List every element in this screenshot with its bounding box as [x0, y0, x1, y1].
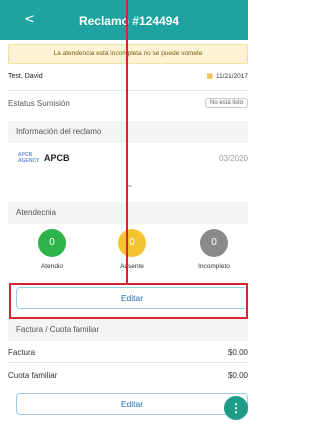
patient-date: ▦ 11/21/2017 — [206, 72, 248, 80]
attended-count-circle[interactable]: 0 — [38, 229, 66, 257]
annotation-line — [126, 0, 128, 283]
edit-billing-button[interactable]: Editar — [16, 393, 248, 415]
attended-label: Atendio — [40, 263, 64, 270]
patient-name: Test, David — [8, 73, 43, 80]
divider — [8, 362, 248, 363]
submission-status-label: Estatus Sumisión — [8, 99, 70, 108]
claim-date: 03/2020 — [219, 154, 248, 163]
incomplete-label: Incompleto — [198, 263, 230, 270]
absent-label: Ausente — [120, 263, 144, 270]
app-header: < Reclamo #124494 — [0, 0, 248, 40]
invoice-label: Factura — [8, 348, 36, 357]
page-title: Reclamo #124494 — [78, 14, 180, 28]
agency-name: APCB — [44, 153, 70, 163]
patient-date-value: 11/21/2017 — [215, 73, 248, 80]
incomplete-count-circle[interactable]: 0 — [200, 229, 228, 257]
invoice-row: Factura $0.00 — [8, 348, 248, 357]
family-fee-value: $0.00 — [227, 371, 248, 380]
family-fee-label: Cuota familiar — [8, 371, 58, 380]
agency-logo: APCB AGENCY — [18, 152, 40, 164]
patient-row: Test, David ▦ 11/21/2017 — [8, 73, 248, 80]
invoice-value: $0.00 — [227, 348, 248, 357]
claim-info-section-header: Información del reclamo — [8, 121, 248, 143]
annotation-highlight-box — [9, 283, 248, 319]
billing-section-header: Factura / Cuota familiar — [8, 319, 248, 341]
status-badge: No está listo — [204, 98, 248, 108]
more-vertical-icon[interactable]: ⋮ — [224, 396, 248, 420]
family-fee-row: Cuota familiar $0.00 — [8, 371, 248, 380]
submission-status-row: Estatus Sumisión No está listo — [8, 98, 248, 108]
divider — [8, 90, 248, 91]
absent-count-circle[interactable]: 0 — [118, 229, 146, 257]
incomplete-warning-banner: La atendencia está incompleta no se pued… — [8, 44, 248, 64]
calendar-icon: ▦ — [206, 73, 213, 80]
attendance-section-header: Atendecnia — [8, 202, 248, 224]
